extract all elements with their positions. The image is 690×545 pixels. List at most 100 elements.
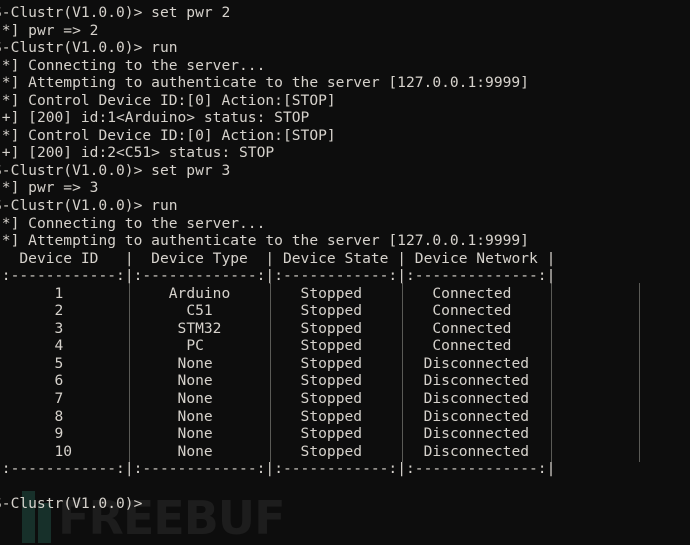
table-cell-device-type: None — [133, 442, 266, 460]
table-border-pipe: | — [265, 267, 275, 285]
table-row: 2 C51 Stopped Connected — [0, 302, 690, 320]
table-cell-device-state: Stopped — [274, 407, 398, 425]
log-message: Control Device ID:[0] Action:[STOP] — [28, 126, 336, 144]
table-separator-cell: :------------: — [274, 460, 398, 478]
table-row: 8 None Stopped Disconnected — [0, 408, 690, 426]
table-cell-gap — [265, 285, 274, 302]
table-cell-device-type: PC — [133, 337, 266, 355]
table-separator-row: |:------------:|:-------------:|:-------… — [0, 267, 690, 285]
table-cell-gap — [125, 302, 134, 319]
table-cell-device-network: Connected — [406, 319, 547, 337]
table-cell-gap — [125, 408, 134, 425]
terminal-log-line: [*] Control Device ID:[0] Action:[STOP] — [0, 127, 690, 145]
table-cell-gap — [265, 355, 274, 372]
table-row: 10 None Stopped Disconnected — [0, 443, 690, 461]
table-border-pipe: | — [124, 267, 134, 285]
shell-prompt: S-Clustr(V1.0.0)> — [0, 4, 152, 21]
table-row: 6 None Stopped Disconnected — [0, 372, 690, 390]
table-cell-device-type: None — [133, 390, 266, 408]
table-header-row: | Device ID | Device Type | Device State… — [0, 250, 690, 268]
table-row: 7 None Stopped Disconnected — [0, 390, 690, 408]
log-message: pwr => 3 — [28, 179, 99, 197]
table-cell-gap — [125, 390, 134, 407]
status-tag-info: [*] — [0, 91, 20, 109]
table-header-cell: Device State — [274, 249, 398, 267]
table-cell-gap — [397, 425, 406, 442]
terminal-command-line: S-Clustr(V1.0.0)> set pwr 3 — [0, 162, 690, 180]
status-tag-info: [*] — [0, 232, 20, 250]
table-cell-gap — [397, 320, 406, 337]
status-tag-info: [*] — [0, 179, 20, 197]
log-message: Control Device ID:[0] Action:[STOP] — [28, 91, 336, 109]
table-cell-device-network: Disconnected — [406, 425, 547, 443]
status-tag-info: [*] — [0, 214, 20, 232]
table-row: 9 None Stopped Disconnected — [0, 425, 690, 443]
table-border-pipe: | — [397, 267, 407, 285]
table-cell-device-network: Disconnected — [406, 407, 547, 425]
status-tag-info: [*] — [0, 74, 20, 92]
shell-command-text[interactable]: run — [151, 39, 177, 56]
table-cell-device-type: None — [133, 354, 266, 372]
table-cell-device-type: None — [133, 407, 266, 425]
table-cell-device-state: Stopped — [274, 302, 398, 320]
log-message: Attempting to authenticate to the server… — [28, 232, 529, 250]
terminal-log-line: [+] [200] id:1<Arduino> status: STOP — [0, 109, 690, 127]
terminal-log-line: [*] Connecting to the server... — [0, 57, 690, 75]
table-cell-gap — [125, 320, 134, 337]
shell-prompt: S-Clustr(V1.0.0)> — [0, 39, 152, 57]
terminal-input-line: S-Clustr(V1.0.0)> — [0, 495, 690, 513]
table-separator-cell: :------------: — [274, 267, 398, 285]
table-cell-device-id: 7 — [1, 390, 125, 408]
table-cell-device-id: 10 — [1, 442, 125, 460]
log-message: Connecting to the server... — [28, 214, 266, 232]
table-border-pipe: | — [397, 460, 407, 478]
table-separator-cell: :--------------: — [406, 460, 547, 478]
table-cell-gap — [397, 372, 406, 389]
shell-command-text[interactable]: set pwr 3 — [151, 162, 230, 179]
table-cell-device-state: Stopped — [274, 284, 398, 302]
status-tag-info: [*] — [0, 126, 20, 144]
shell-command-text[interactable]: set pwr 2 — [151, 4, 230, 21]
table-cell-gap — [397, 337, 406, 354]
table-cell-gap — [125, 285, 134, 302]
terminal-command-line: S-Clustr(V1.0.0)> run — [0, 39, 690, 57]
terminal-log-line: [*] Connecting to the server... — [0, 215, 690, 233]
table-separator-cell: :-------------: — [133, 267, 266, 285]
table-cell-device-id: 1 — [1, 284, 125, 302]
table-cell-device-network: Disconnected — [406, 390, 547, 408]
table-cell-gap — [397, 390, 406, 407]
table-cell-device-state: Stopped — [274, 425, 398, 443]
terminal-output: S-Clustr(V1.0.0)> set pwr 2[*] pwr => 2S… — [0, 0, 690, 537]
log-message: [200] id:1<Arduino> status: STOP — [28, 109, 310, 127]
status-tag-info: [*] — [0, 21, 20, 39]
table-border-pipe: | — [124, 460, 134, 478]
log-message: Attempting to authenticate to the server… — [28, 74, 529, 92]
table-border-pipe: | — [124, 249, 134, 267]
table-cell-device-type: None — [133, 372, 266, 390]
table-border-pipe: | — [546, 267, 556, 285]
table-row: 1 Arduino Stopped Connected — [0, 285, 690, 303]
table-cell-gap — [125, 425, 134, 442]
table-cell-device-network: Connected — [406, 337, 547, 355]
terminal-log-line: [*] Attempting to authenticate to the se… — [0, 74, 690, 92]
table-cell-device-id: 2 — [1, 302, 125, 320]
table-row: 4 PC Stopped Connected — [0, 337, 690, 355]
status-tag-info: [*] — [0, 56, 20, 74]
table-cell-device-type: C51 — [133, 302, 266, 320]
table-separator-cell: :------------: — [1, 460, 125, 478]
table-border-pipe: | — [546, 460, 556, 478]
shell-command-text[interactable]: run — [151, 197, 177, 214]
log-message: Connecting to the server... — [28, 56, 266, 74]
table-header-cell: Device Network — [406, 249, 547, 267]
table-border-pipe: | — [397, 249, 407, 267]
table-cell-device-id: 4 — [1, 337, 125, 355]
table-cell-gap — [265, 337, 274, 354]
table-cell-device-type: STM32 — [133, 319, 266, 337]
table-cell-gap — [265, 390, 274, 407]
table-cell-gap — [125, 372, 134, 389]
terminal-log-line: [*] Control Device ID:[0] Action:[STOP] — [0, 92, 690, 110]
table-cell-device-state: Stopped — [274, 442, 398, 460]
table-cell-device-id: 8 — [1, 407, 125, 425]
log-message: [200] id:2<C51> status: STOP — [28, 144, 275, 162]
shell-prompt: S-Clustr(V1.0.0)> — [0, 161, 152, 179]
